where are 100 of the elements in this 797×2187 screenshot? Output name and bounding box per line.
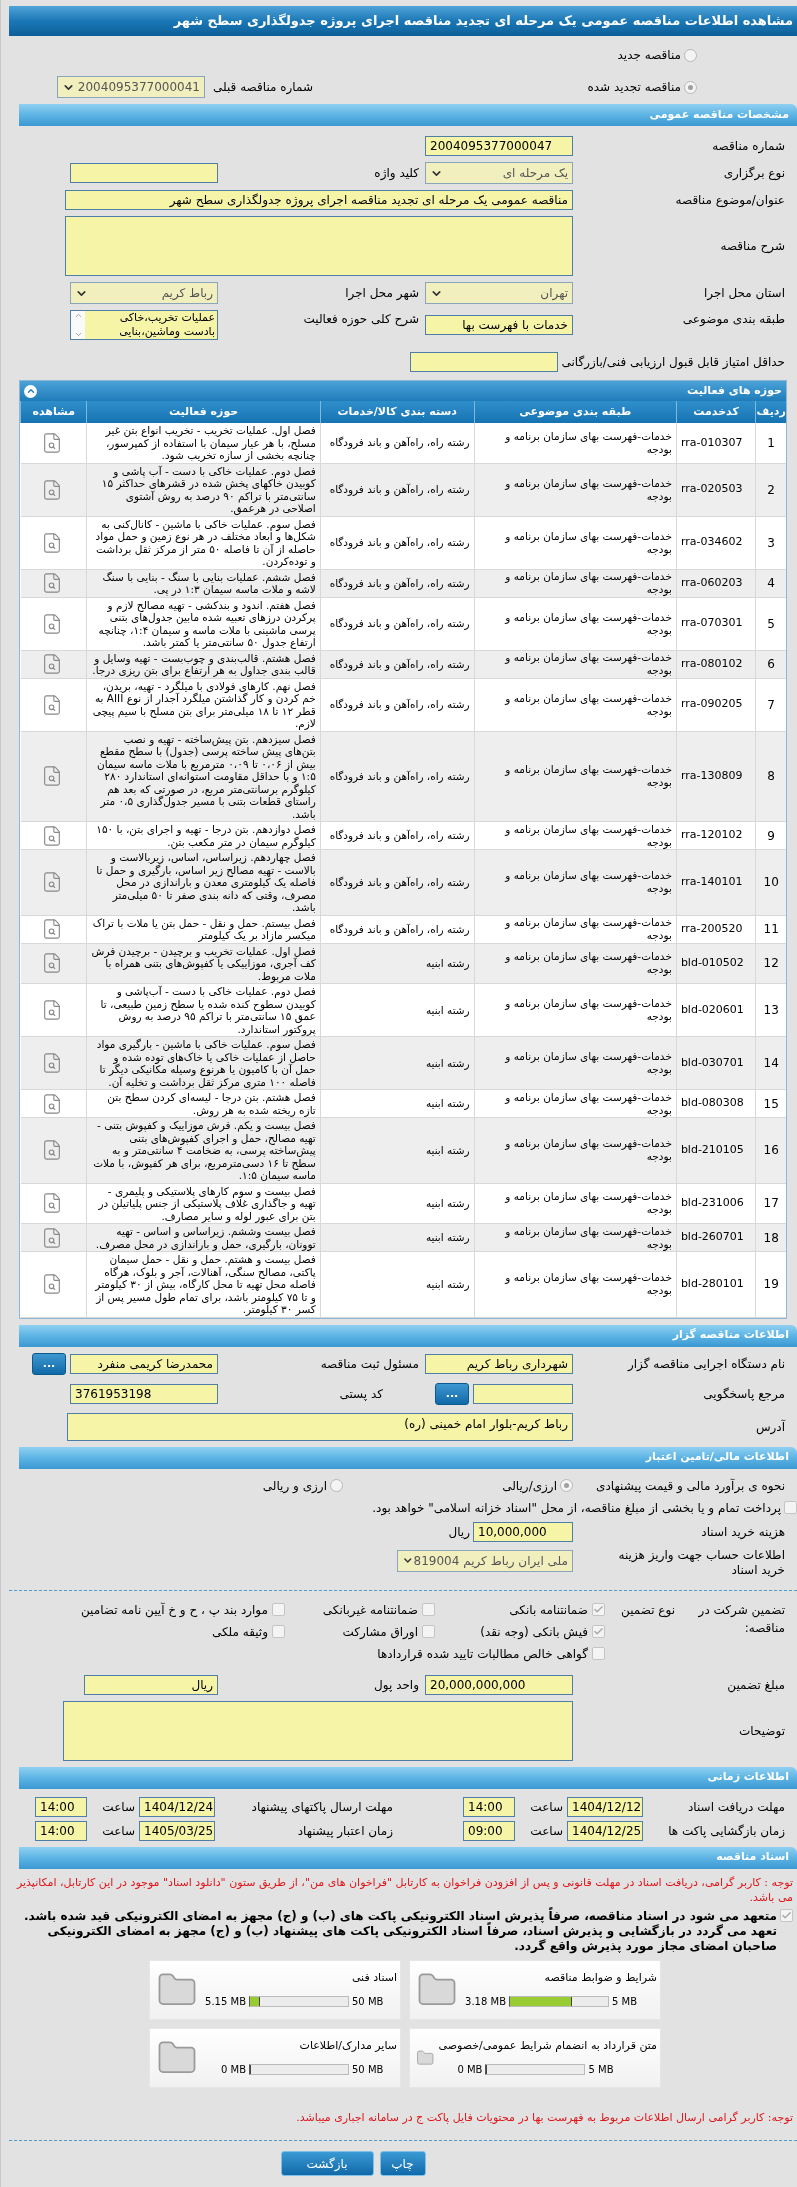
subject-field[interactable]: مناقصه عمومی یک مرحله ای تجدید مناقصه اجرای پروژه جدولگذاری سطح شهر xyxy=(65,190,573,210)
table-cell: رشته ابنیه xyxy=(320,1089,475,1118)
min-score-field[interactable] xyxy=(409,352,558,372)
radio-button[interactable] xyxy=(684,80,697,94)
table-cell: rra-060203 xyxy=(676,569,756,597)
table-cell: 6 xyxy=(755,650,786,678)
panel-title: حوزه های فعالیت xyxy=(687,382,782,399)
category-field[interactable]: خدمات با فهرست بها xyxy=(425,315,573,335)
date-field[interactable]: 1404/12/24 xyxy=(139,1796,215,1817)
table-cell: فصل بیست و یکم. فرش موزاییک و کفپوش بتنی - تهیه مصالح، حمل و اجرای کفپوش‌های بتنی پیش‌ساخته پرسی، به ضخامت ۴ سانتی‌متر و به سطح تا ۱۶ دسی‌مترمربع، برای هر کفپوش، با ملات ماسه سیمان ۱:۵. xyxy=(86,1117,321,1183)
table-cell: bld-030701 xyxy=(676,1036,756,1090)
table-cell: bld-210105 xyxy=(676,1117,756,1183)
checkbox[interactable] xyxy=(422,1603,435,1616)
table-cell: خدمات-فهرست بهای سازمان برنامه و بودجه xyxy=(474,650,677,678)
field-label: کد پستی xyxy=(338,1385,384,1403)
checkbox-label: وثیقه ملکی xyxy=(211,1623,268,1641)
table-cell: خدمات-فهرست بهای سازمان برنامه و بودجه xyxy=(474,821,677,850)
checkbox-label: پرداخت تمام و یا بخشی از مبلغ مناقصه، از محل "اسناد خزانه اسلامی" خواهد بود. xyxy=(371,1500,781,1516)
province-select[interactable]: تهران xyxy=(425,282,573,304)
unit-label: ریال xyxy=(448,1523,471,1541)
table-cell: 17 xyxy=(755,1183,786,1224)
date-field[interactable]: 1404/12/12 xyxy=(567,1796,643,1817)
checkbox-label: ضمانتنامه بانکی xyxy=(509,1601,588,1619)
browse-button[interactable]: ... xyxy=(32,1352,66,1375)
table-cell: 10 xyxy=(755,849,786,915)
checkbox[interactable] xyxy=(592,1603,605,1616)
agency-field[interactable]: شهرداری رباط کریم xyxy=(425,1353,573,1374)
checkbox[interactable] xyxy=(272,1625,285,1638)
radio-button[interactable] xyxy=(684,48,697,62)
table-cell: رشته راه، راه‌آهن و باند فرودگاه xyxy=(320,569,475,597)
field-label: مسئول ثبت مناقصه xyxy=(319,1355,420,1373)
time-field[interactable]: 14:00 xyxy=(35,1820,87,1841)
notes-field[interactable] xyxy=(63,1700,573,1761)
activity-scope-listbox[interactable]: عملیات تخریب،خاکی بادست وماشین،بنایی xyxy=(70,310,218,340)
field-label: زمان بازگشایی پاکت ها xyxy=(667,1822,785,1840)
table-cell: 14 xyxy=(755,1036,786,1090)
action-button[interactable]: بازگشت xyxy=(280,2151,374,2176)
table-cell: 11 xyxy=(755,915,786,943)
checkbox-label: موارد بند پ ، ح و خ آیین نامه تضامین xyxy=(80,1601,268,1619)
table-cell: rra-070301 xyxy=(676,597,756,650)
time-field[interactable]: 14:00 xyxy=(463,1796,515,1817)
checkbox[interactable] xyxy=(422,1625,435,1638)
table-cell: 18 xyxy=(755,1223,786,1252)
table-cell: 9 xyxy=(755,821,786,850)
city-select[interactable]: رباط کریم xyxy=(70,282,218,304)
responder-field[interactable] xyxy=(473,1383,573,1404)
holding-type-select[interactable]: یک مرحله ای xyxy=(425,162,573,184)
table-cell: bld-020601 xyxy=(676,983,756,1037)
radio-button[interactable] xyxy=(330,1479,343,1492)
browse-button[interactable]: ... xyxy=(435,1382,469,1405)
table-cell: رشته راه، راه‌آهن و باند فرودگاه xyxy=(320,597,475,650)
radio-button[interactable] xyxy=(560,1479,573,1492)
table-cell: رشته ابنیه xyxy=(320,1117,475,1183)
checkbox[interactable] xyxy=(592,1647,605,1660)
scrollbar[interactable] xyxy=(71,311,85,339)
checkbox[interactable] xyxy=(592,1625,605,1638)
date-field[interactable]: 1404/12/25 xyxy=(567,1820,643,1841)
table-cell: رشته راه، راه‌آهن و باند فرودگاه xyxy=(320,463,475,516)
address-field[interactable]: رباط کریم-بلوار امام خمینی (ره) xyxy=(67,1412,573,1441)
time-field[interactable]: 09:00 xyxy=(463,1820,515,1841)
doc-fee-field[interactable]: 10,000,000 xyxy=(473,1521,573,1542)
checkbox[interactable] xyxy=(784,1500,797,1514)
table-cell: rra-034602 xyxy=(676,516,756,569)
checkbox[interactable] xyxy=(272,1603,285,1616)
keyword-field[interactable] xyxy=(70,163,218,183)
scroll-up-icon[interactable] xyxy=(73,311,83,320)
field-label: آدرس xyxy=(754,1418,785,1436)
currency-field[interactable]: ریال xyxy=(84,1674,218,1695)
tender-number-field[interactable]: 2004095377000047 xyxy=(425,136,573,156)
account-select[interactable]: ملی ایران رباط کریم 819004 xyxy=(397,1549,573,1572)
field-label: نحوه ی برآورد مالی و قیمت پیشنهادی xyxy=(595,1477,785,1495)
radio-label: مناقصه جدید xyxy=(617,47,681,64)
field-label: مرجع پاسخگویی xyxy=(702,1385,785,1403)
table-cell: خدمات-فهرست بهای سازمان برنامه و بودجه xyxy=(474,915,677,943)
checkbox-label: اوراق مشارکت xyxy=(342,1623,418,1641)
collapse-icon[interactable] xyxy=(24,384,37,398)
time-field[interactable]: 14:00 xyxy=(35,1796,87,1817)
table-cell: رشته راه، راه‌آهن و باند فرودگاه xyxy=(320,821,475,850)
section-header: اطلاعات زمانی xyxy=(19,1766,797,1789)
table-cell: 19 xyxy=(755,1251,786,1317)
size-label: 5.15 MB xyxy=(204,1995,246,2010)
scroll-down-icon[interactable] xyxy=(73,330,83,339)
postal-code-field[interactable]: 3761953198 xyxy=(70,1383,218,1404)
guarantee-amount-field[interactable]: 20,000,000,000 xyxy=(425,1674,573,1695)
checkbox[interactable] xyxy=(780,1908,793,1922)
field-label: استان محل اجرا xyxy=(702,285,785,302)
radio-label: ارزی و ریالی xyxy=(262,1477,327,1495)
table-cell: 16 xyxy=(755,1117,786,1183)
previous-tender-select[interactable]: 2004095377000041 xyxy=(57,76,205,98)
table-cell: 13 xyxy=(755,983,786,1037)
field-label: شماره مناقصه xyxy=(711,138,785,155)
table-cell: رشته راه، راه‌آهن و باند فرودگاه xyxy=(320,423,475,463)
registrar-field[interactable]: محمدرضا کریمی منفرد xyxy=(70,1353,218,1374)
table-cell: فصل بیست وششم. زیراساس و اساس - تهیه توونان، بارگیری، حمل و باراندازی در محل مصرف. xyxy=(86,1223,321,1252)
action-button[interactable]: چاپ xyxy=(379,2151,426,2176)
description-field[interactable] xyxy=(65,216,573,276)
field-label: کلید واژه xyxy=(373,165,420,182)
date-field[interactable]: 1405/03/25 xyxy=(139,1820,215,1841)
radio-label: ارزی/ریالی xyxy=(502,1477,557,1495)
table-cell: فصل سیزدهم. بتن پیش‌ساخته - تهیه و نصب بتن‌های پیش ساخته پرسی (جدول) با سطح مقطع بیش از ۰،۰۶ تا ۰،۰۹ مترمربع با ملات ماسه سیمان ۱:۵ و با حداقل مقاومت استوانه‌ای استاندارد ۲۸۰ کیلوگرم برسانتی‌متر مربع، در صورتی که بعد هم راستای قطعات بتنی با مسیر جدول‌گذاری ۰،۵ متر باشد. xyxy=(86,731,321,822)
